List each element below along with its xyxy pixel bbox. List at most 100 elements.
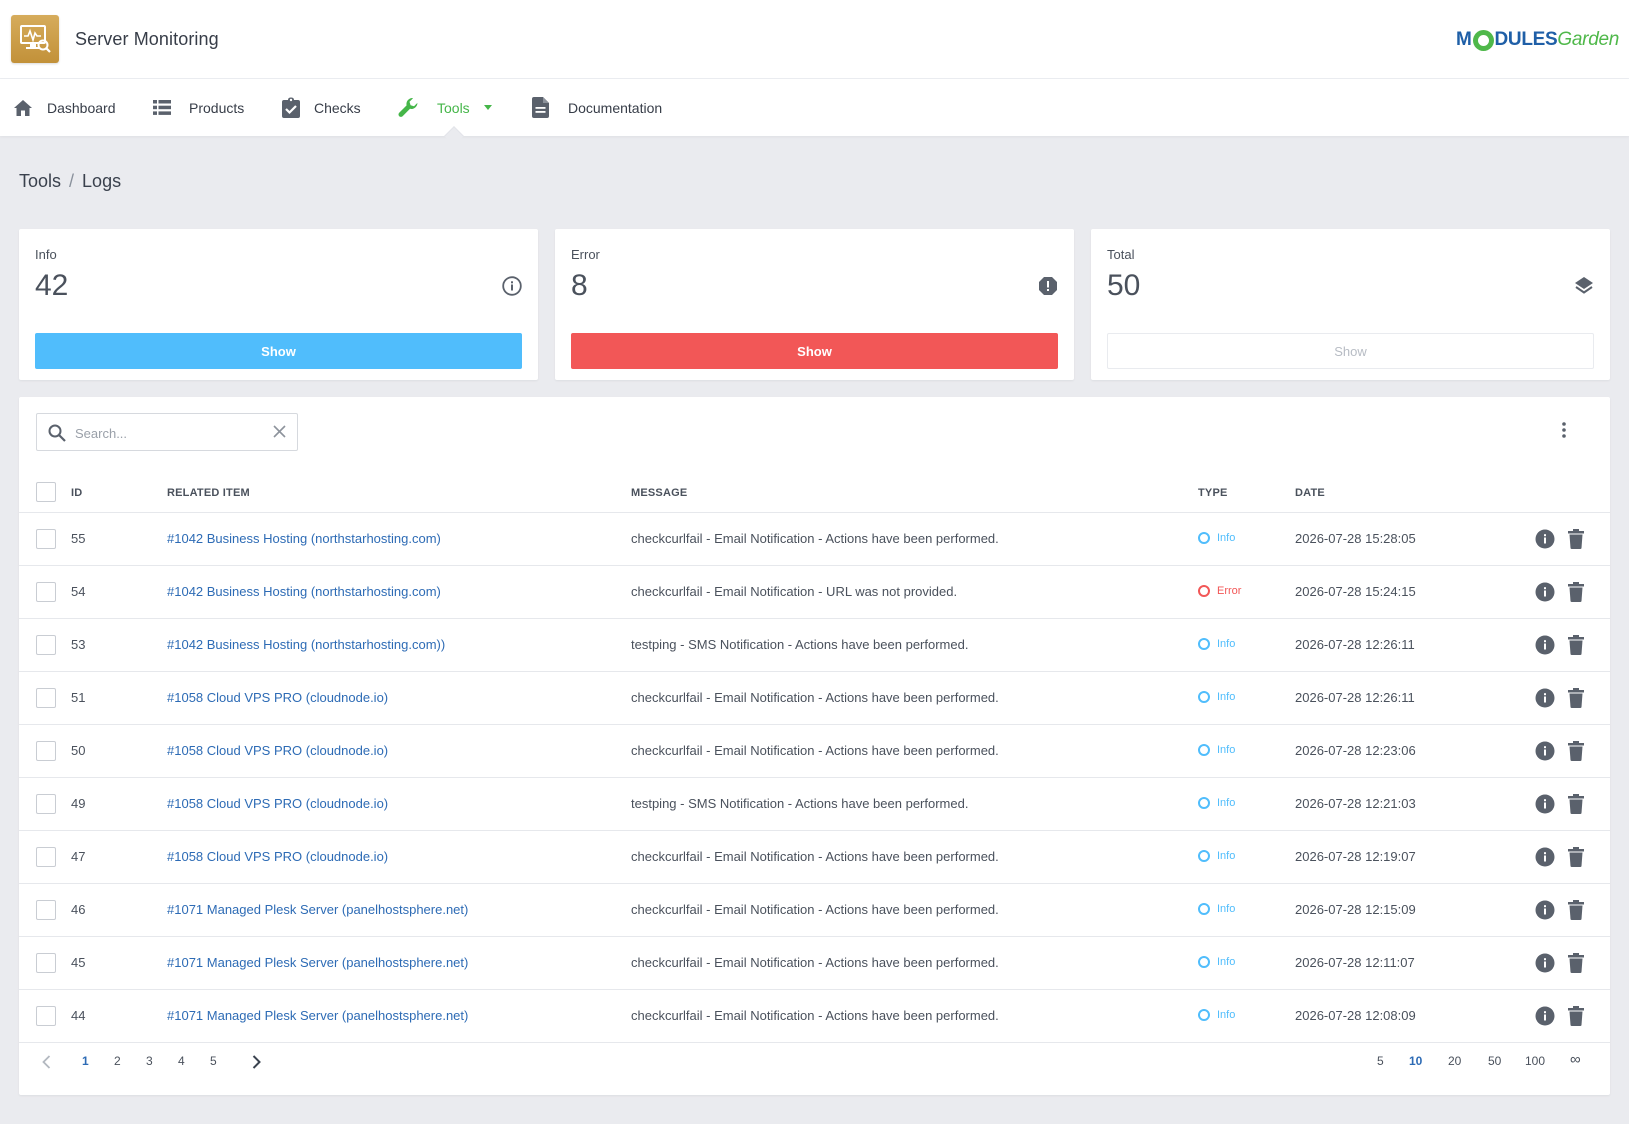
trash-icon[interactable]	[1568, 529, 1584, 549]
page-4-button[interactable]: 4	[178, 1054, 185, 1068]
page-1-button[interactable]: 1	[82, 1054, 89, 1068]
row-id: 49	[71, 796, 86, 811]
trash-icon[interactable]	[1568, 635, 1584, 655]
related-item-link[interactable]: #1071 Managed Plesk Server (panelhostsph…	[167, 902, 468, 917]
select-all-checkbox[interactable]	[36, 482, 56, 502]
page-size-100[interactable]: 100	[1525, 1054, 1545, 1068]
server-monitoring-logo-icon[interactable]	[11, 15, 59, 63]
row-checkbox[interactable]	[36, 847, 56, 867]
related-item-link[interactable]: #1071 Managed Plesk Server (panelhostsph…	[167, 1008, 468, 1023]
page-size-all[interactable]: ∞	[1570, 1051, 1581, 1068]
details-info-icon[interactable]	[1535, 847, 1555, 867]
trash-icon[interactable]	[1568, 582, 1584, 602]
page-size-5[interactable]: 5	[1377, 1054, 1384, 1068]
table-row: 47 #1058 Cloud VPS PRO (cloudnode.io) chec…	[19, 831, 1610, 884]
row-checkbox[interactable]	[36, 794, 56, 814]
search-icon	[48, 424, 66, 442]
status-dot-icon	[1198, 585, 1210, 597]
related-item-link[interactable]: #1042 Business Hosting (northstarhosting…	[167, 531, 441, 546]
details-info-icon[interactable]	[1535, 582, 1555, 602]
row-checkbox[interactable]	[36, 1006, 56, 1026]
show-total-button[interactable]: Show	[1107, 333, 1594, 369]
previous-page-icon[interactable]	[42, 1055, 51, 1069]
breadcrumb: Tools / Logs	[19, 171, 121, 192]
details-info-icon[interactable]	[1535, 900, 1555, 920]
row-checkbox[interactable]	[36, 741, 56, 761]
related-item-link[interactable]: #1042 Business Hosting (northstarhosting…	[167, 637, 445, 652]
trash-icon[interactable]	[1568, 953, 1584, 973]
modulesgarden-logo[interactable]: M DULES Garden	[1456, 28, 1619, 52]
pagination: 1 2 3 4 5 5 10 20 50 100 ∞	[19, 1047, 1610, 1077]
column-header-related-item[interactable]: RELATED ITEM	[167, 487, 250, 499]
page-size-10[interactable]: 10	[1409, 1054, 1422, 1068]
details-info-icon[interactable]	[1535, 953, 1555, 973]
column-header-date[interactable]: DATE	[1295, 487, 1325, 499]
nav-item-checks[interactable]: Checks	[282, 79, 361, 136]
table-row: 53 #1042 Business Hosting (northstarhosti…	[19, 619, 1610, 672]
row-checkbox[interactable]	[36, 688, 56, 708]
status-dot-icon	[1198, 744, 1210, 756]
show-info-button[interactable]: Show	[35, 333, 522, 369]
page-3-button[interactable]: 3	[146, 1054, 153, 1068]
details-info-icon[interactable]	[1535, 529, 1555, 549]
log-type-label: Info	[1217, 744, 1236, 756]
status-dot-icon	[1198, 1009, 1210, 1021]
column-header-message[interactable]: MESSAGE	[631, 487, 687, 499]
row-checkbox[interactable]	[36, 900, 56, 920]
log-type-label: Info	[1217, 691, 1236, 703]
details-info-icon[interactable]	[1535, 741, 1555, 761]
total-card-label: Total	[1107, 247, 1135, 262]
details-info-icon[interactable]	[1535, 1006, 1555, 1026]
trash-icon[interactable]	[1568, 688, 1584, 708]
table-row: 44 #1071 Managed Plesk Server (panelhosts…	[19, 990, 1610, 1043]
page-2-button[interactable]: 2	[114, 1054, 121, 1068]
nav-item-dashboard[interactable]: Dashboard	[13, 79, 116, 136]
error-octagon-icon	[1039, 277, 1057, 295]
close-icon[interactable]	[273, 425, 286, 438]
more-options-icon[interactable]	[1562, 422, 1566, 438]
page-5-button[interactable]: 5	[210, 1054, 217, 1068]
related-item-link[interactable]: #1058 Cloud VPS PRO (cloudnode.io)	[167, 796, 388, 811]
log-type-badge: Info	[1198, 1009, 1235, 1021]
row-id: 46	[71, 902, 86, 917]
column-header-type[interactable]: TYPE	[1198, 487, 1228, 499]
details-info-icon[interactable]	[1535, 794, 1555, 814]
related-item-link[interactable]: #1058 Cloud VPS PRO (cloudnode.io)	[167, 690, 388, 705]
details-info-icon[interactable]	[1535, 688, 1555, 708]
table-row: 46 #1071 Managed Plesk Server (panelhosts…	[19, 884, 1610, 937]
page-size-20[interactable]: 20	[1448, 1054, 1461, 1068]
breadcrumb-parent[interactable]: Tools	[19, 171, 61, 191]
next-page-icon[interactable]	[252, 1055, 261, 1069]
details-info-icon[interactable]	[1535, 635, 1555, 655]
row-checkbox[interactable]	[36, 635, 56, 655]
status-dot-icon	[1198, 850, 1210, 862]
trash-icon[interactable]	[1568, 847, 1584, 867]
nav-item-documentation[interactable]: Documentation	[532, 79, 662, 136]
log-type-badge: Info	[1198, 691, 1235, 703]
related-item-link[interactable]: #1042 Business Hosting (northstarhosting…	[167, 584, 441, 599]
table-row: 50 #1058 Cloud VPS PRO (cloudnode.io) chec…	[19, 725, 1610, 778]
trash-icon[interactable]	[1568, 741, 1584, 761]
search-input[interactable]	[75, 423, 265, 443]
chevron-down-icon	[483, 105, 492, 110]
show-error-button[interactable]: Show	[571, 333, 1058, 369]
row-checkbox[interactable]	[36, 529, 56, 549]
trash-icon[interactable]	[1568, 900, 1584, 920]
row-checkbox[interactable]	[36, 953, 56, 973]
log-type-badge: Error	[1198, 585, 1241, 597]
related-item-link[interactable]: #1058 Cloud VPS PRO (cloudnode.io)	[167, 743, 388, 758]
page-size-50[interactable]: 50	[1488, 1054, 1501, 1068]
nav-label-tools: Tools	[437, 99, 470, 116]
nav-item-products[interactable]: Products	[153, 79, 244, 136]
related-item-link[interactable]: #1058 Cloud VPS PRO (cloudnode.io)	[167, 849, 388, 864]
log-type-label: Info	[1217, 638, 1236, 650]
app-title: Server Monitoring	[75, 29, 219, 49]
nav-item-tools[interactable]: Tools	[398, 79, 492, 136]
trash-icon[interactable]	[1568, 1006, 1584, 1026]
log-message: testping - SMS Notification - Actions ha…	[631, 637, 969, 652]
related-item-link[interactable]: #1071 Managed Plesk Server (panelhostsph…	[167, 955, 468, 970]
trash-icon[interactable]	[1568, 794, 1584, 814]
column-header-id[interactable]: ID	[71, 487, 82, 499]
log-message: checkcurlfail - Email Notification - Act…	[631, 849, 999, 864]
row-checkbox[interactable]	[36, 582, 56, 602]
